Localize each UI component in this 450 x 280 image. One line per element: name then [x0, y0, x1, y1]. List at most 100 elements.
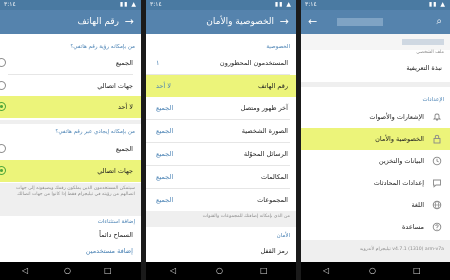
nav-home-icon[interactable]: ○	[216, 262, 223, 280]
settings-chat[interactable]: إعدادات المحادثات	[301, 172, 450, 194]
blurred-username	[337, 18, 383, 26]
row-blocked-users[interactable]: المستخدمون المحظورون ١	[146, 52, 296, 74]
android-nav-bar: ◁ ○ □	[301, 262, 450, 280]
page-title: رقم الهاتف	[77, 17, 119, 27]
settings-help[interactable]: مساعدة	[301, 216, 450, 238]
row-label: الرسائل المحوّلة	[243, 150, 288, 158]
status-bar: ▮▮ ▲ ٣:١٤	[0, 0, 141, 10]
nav-recents-icon[interactable]: □	[260, 262, 268, 280]
section-privacy: الخصوصية	[266, 44, 290, 50]
status-bar: ▮▮ ▲ ٣:١٤	[146, 0, 296, 10]
row-label: المستخدمون المحظورون	[219, 59, 288, 67]
android-nav-bar: ◁ ○ □	[146, 262, 296, 280]
radio-button-selected[interactable]	[0, 166, 6, 175]
clock-icon	[432, 156, 442, 166]
option-label: الجميع	[115, 59, 133, 67]
row-value: لا أحد	[156, 82, 172, 90]
option-my-contacts[interactable]: جهات اتصالي	[0, 75, 141, 97]
chat-icon	[432, 178, 442, 188]
row-calls[interactable]: المكالمات الجميع	[146, 166, 296, 188]
back-arrow-icon[interactable]: →	[125, 10, 134, 34]
row-value: الجميع	[156, 196, 174, 204]
section-who-can-find: من بإمكانه إيجادي عبر رقم هاتفي؟	[55, 129, 135, 135]
privacy-security-screen: ▮▮ ▲ ٣:١٤ الخصوصية والأمان → الخصوصية ال…	[146, 0, 296, 280]
lock-icon	[432, 134, 442, 144]
settings-notifications[interactable]: الإشعارات والأصوات	[301, 106, 450, 128]
option-everybody[interactable]: الجميع	[0, 52, 141, 74]
globe-icon	[432, 200, 442, 210]
nav-back-icon[interactable]: ◁	[323, 262, 329, 280]
nav-recents-icon[interactable]: □	[413, 262, 421, 280]
row-label: المكالمات	[261, 173, 288, 181]
settings-data-storage[interactable]: البيانات والتخزين	[301, 150, 450, 172]
row-groups[interactable]: المجموعات الجميع	[146, 189, 296, 211]
signal-icons: ▮▮ ▲	[274, 1, 292, 8]
profile-header-strip	[301, 34, 450, 50]
bio-label: نبذة التعريفية	[406, 64, 442, 72]
section-security: الأمان	[276, 233, 290, 239]
status-time: ٣:١٤	[150, 1, 162, 8]
radio-button[interactable]	[0, 81, 6, 90]
radio-button[interactable]	[0, 144, 6, 153]
item-label: الإشعارات والأصوات	[369, 113, 424, 121]
option-nobody[interactable]: لا أحد	[0, 96, 141, 118]
bio-row[interactable]: نبذة التعريفية	[301, 58, 450, 78]
app-bar: رقم الهاتف →	[0, 10, 141, 34]
help-icon	[432, 222, 442, 232]
back-arrow-icon[interactable]: ←	[308, 10, 317, 34]
status-time: ٣:١٤	[4, 1, 16, 8]
row-phone-number[interactable]: رقم الهاتف لا أحد	[146, 75, 296, 97]
option-find-contacts[interactable]: جهات اتصالي	[0, 160, 141, 182]
option-find-everybody[interactable]: الجميع	[0, 138, 141, 160]
groups-hint-text: من الذي بإمكانه إضافتك للمجموعات والقنوا…	[202, 214, 290, 219]
item-label: إعدادات المحادثات	[373, 179, 424, 187]
settings-language[interactable]: اللغة	[301, 194, 450, 216]
row-value: ١	[156, 59, 160, 67]
radio-button-selected[interactable]	[0, 102, 6, 111]
nav-recents-icon[interactable]: □	[104, 262, 112, 280]
item-label: الخصوصية والأمان	[375, 135, 424, 143]
radio-button[interactable]	[0, 58, 6, 67]
option-label: جهات اتصالي	[97, 167, 133, 175]
phone-number-screen: ▮▮ ▲ ٣:١٤ رقم الهاتف → من بإمكانه رؤية ر…	[0, 0, 141, 280]
row-value: الجميع	[156, 173, 174, 181]
signal-icons: ▮▮ ▲	[428, 1, 446, 8]
item-label: البيانات والتخزين	[378, 157, 424, 165]
search-icon[interactable]: ⌕	[436, 10, 442, 34]
row-last-seen[interactable]: آخر ظهور ومتصل الجميع	[146, 97, 296, 119]
settings-privacy-security[interactable]: الخصوصية والأمان	[301, 128, 450, 150]
page-title: الخصوصية والأمان	[206, 17, 274, 27]
section-settings: الإعدادات	[422, 97, 444, 103]
add-users-link[interactable]: إضافة مستخدمين	[86, 243, 133, 259]
profile-hint: ملف الشخصي	[416, 50, 444, 55]
row-label: رمز القفل	[260, 247, 288, 255]
row-label: المجموعات	[257, 196, 288, 204]
row-label: الصورة الشخصية	[241, 127, 288, 135]
nav-home-icon[interactable]: ○	[64, 262, 71, 280]
nav-back-icon[interactable]: ◁	[170, 262, 176, 280]
nav-home-icon[interactable]: ○	[369, 262, 376, 280]
app-version: تيليجرام لأندرويد v4.7.1 (1310) arm-v7a	[359, 247, 444, 252]
option-label: لا أحد	[117, 103, 133, 111]
find-hint-text: سيتمكن المستخدمون الذين يملكون رقمك ويضي…	[16, 186, 135, 197]
row-passcode-lock[interactable]: رمز القفل	[146, 241, 296, 261]
nav-back-icon[interactable]: ◁	[22, 262, 28, 280]
always-share-row[interactable]: السماح دائماً	[0, 226, 141, 244]
always-share-label: السماح دائماً	[99, 231, 133, 239]
row-forwarded-messages[interactable]: الرسائل المحوّلة الجميع	[146, 143, 296, 165]
item-label: مساعدة	[402, 223, 424, 231]
section-separator	[301, 82, 450, 87]
bell-icon	[432, 112, 442, 122]
row-label: رقم الهاتف	[258, 82, 288, 90]
section-who-can-see: من بإمكانه رؤية رقم هاتفي؟	[70, 44, 135, 50]
row-value: الجميع	[156, 150, 174, 158]
option-label: جهات اتصالي	[97, 82, 133, 90]
app-bar: ← ⌕	[301, 10, 450, 34]
app-bar: الخصوصية والأمان →	[146, 10, 296, 34]
android-nav-bar: ◁ ○ □	[0, 262, 141, 280]
back-arrow-icon[interactable]: →	[280, 10, 289, 34]
row-value: الجميع	[156, 127, 174, 135]
signal-icons: ▮▮ ▲	[119, 1, 137, 8]
row-profile-photo[interactable]: الصورة الشخصية الجميع	[146, 120, 296, 142]
add-users-row[interactable]: إضافة مستخدمين	[0, 243, 141, 259]
